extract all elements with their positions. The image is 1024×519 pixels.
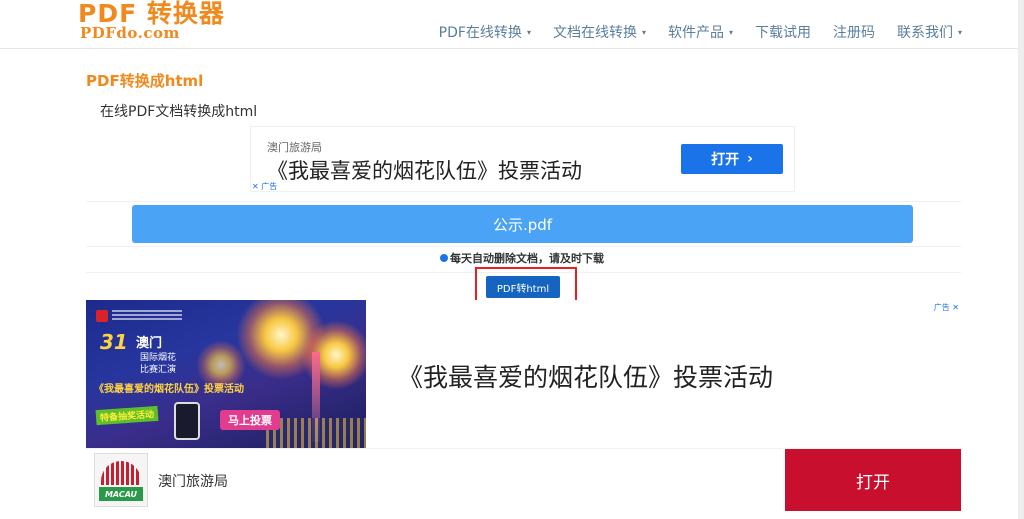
- nav-item-contact[interactable]: 联系我们 ▾: [897, 22, 962, 42]
- ad-image[interactable]: 31 澳门 国际烟花 比赛汇演 《我最喜爱的烟花队伍》投票活动 特备抽奖活动 马…: [86, 300, 366, 448]
- nav-item-download[interactable]: 下载试用: [755, 22, 811, 42]
- notice-text: 每天自动删除文档，请及时下载: [450, 252, 604, 265]
- ad-headline[interactable]: 《我最喜爱的烟花队伍》投票活动: [398, 358, 773, 394]
- emblem-text-graphic: [112, 310, 182, 322]
- ad-open-button[interactable]: 打开: [785, 449, 961, 511]
- ad-headline[interactable]: 《我最喜爱的烟花队伍》投票活动: [267, 155, 582, 185]
- ad-open-label: 打开: [711, 152, 740, 168]
- site-header: PDF 转换器 PDFdo.com PDF在线转换 ▾ 文档在线转换 ▾ 软件产…: [0, 0, 1018, 49]
- caret-down-icon: ▾: [526, 27, 531, 37]
- ad-close-mark[interactable]: ✕ 广告: [252, 181, 277, 192]
- city-lights-graphic: [266, 418, 366, 448]
- ad-image-vote-badge: 马上投票: [220, 410, 280, 430]
- divider: [86, 246, 961, 247]
- ad-cta-bar[interactable]: MACAU 澳门旅游局 打开: [86, 448, 961, 511]
- convert-button[interactable]: PDF转html: [486, 276, 560, 298]
- ad-advertiser: 澳门旅游局: [267, 141, 322, 154]
- divider: [86, 201, 961, 202]
- ad-image-number: 31: [100, 330, 128, 354]
- ad-image-city: 澳门: [136, 336, 163, 351]
- ad-close-mark[interactable]: 广告 ✕: [934, 302, 959, 313]
- nav-item-label: 联系我们: [896, 25, 953, 41]
- phone-icon: [174, 402, 200, 440]
- nav-item-label: PDF在线转换: [438, 25, 522, 41]
- nav-item-pdf-convert[interactable]: PDF在线转换 ▾: [439, 22, 531, 42]
- ad-banner-large[interactable]: 31 澳门 国际烟花 比赛汇演 《我最喜爱的烟花队伍》投票活动 特备抽奖活动 马…: [86, 300, 961, 448]
- logo-text: MACAU: [99, 487, 143, 501]
- nav-item-label: 文档在线转换: [552, 25, 637, 41]
- firework-graphic: [301, 320, 366, 390]
- ad-image-headline: 《我最喜爱的烟花队伍》投票活动: [94, 384, 244, 395]
- caret-down-icon: ▾: [957, 27, 962, 37]
- emblem-icon: [96, 310, 108, 322]
- nav-item-label: 软件产品: [667, 25, 724, 41]
- nav-item-label: 注册码: [832, 25, 875, 41]
- page: PDF 转换器 PDFdo.com PDF在线转换 ▾ 文档在线转换 ▾ 软件产…: [0, 0, 1024, 519]
- ad-image-line: 比赛汇演: [140, 365, 177, 375]
- nav-item-license[interactable]: 注册码: [833, 22, 875, 42]
- caret-down-icon: ▾: [641, 27, 646, 37]
- selected-file-bar[interactable]: 公示.pdf: [132, 205, 913, 243]
- logo-subtitle[interactable]: PDFdo.com: [80, 24, 180, 42]
- nav-item-label: 下载试用: [754, 25, 811, 41]
- main-nav: PDF在线转换 ▾ 文档在线转换 ▾ 软件产品 ▾ 下载试用 注册码 联系我们 …: [439, 22, 962, 42]
- logo-arch-graphic: [101, 461, 141, 485]
- nav-item-software[interactable]: 软件产品 ▾: [668, 22, 733, 42]
- ad-image-tag: 特备抽奖活动: [95, 405, 159, 426]
- macau-tourism-logo: MACAU: [94, 453, 148, 507]
- page-title: PDF转换成html: [86, 72, 204, 90]
- auto-delete-notice: 每天自动删除文档，请及时下载: [440, 250, 604, 266]
- ad-open-button[interactable]: 打开 ›: [681, 144, 783, 174]
- ad-banner-top[interactable]: 澳门旅游局 《我最喜爱的烟花队伍》投票活动 打开 ›: [250, 126, 795, 192]
- page-subtitle: 在线PDF文档转换成html: [100, 104, 258, 120]
- radio-dot-icon: [440, 254, 448, 262]
- scrollbar[interactable]: [1018, 0, 1024, 519]
- caret-down-icon: ▾: [728, 27, 733, 37]
- nav-item-doc-convert[interactable]: 文档在线转换 ▾: [553, 22, 646, 42]
- chevron-right-icon: ›: [747, 151, 753, 167]
- ad-advertiser: 澳门旅游局: [158, 474, 228, 490]
